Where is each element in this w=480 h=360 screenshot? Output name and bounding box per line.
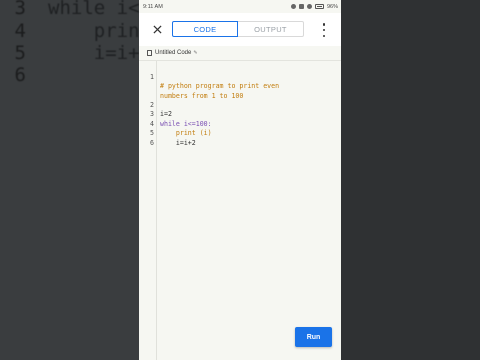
background-line-4: 4 prin bbox=[14, 20, 139, 42]
background-left-panel: 3 while i< 4 prin 5 i=i+ 6 bbox=[0, 0, 139, 360]
status-icons: 96% bbox=[290, 3, 338, 10]
tab-group: CODE OUTPUT bbox=[172, 21, 304, 37]
status-bar: 9:11 AM 96% bbox=[139, 0, 341, 13]
code-line-1: 1 # python program to print even bbox=[150, 72, 280, 91]
code-line-3: 3 while i<=100: bbox=[150, 110, 212, 128]
battery-level: 96% bbox=[326, 3, 338, 10]
background-line-3: 3 while i< bbox=[14, 0, 139, 19]
file-name-bar: Untitled Code ✎ bbox=[139, 46, 341, 61]
alarm-icon bbox=[290, 4, 296, 9]
edit-icon[interactable]: ✎ bbox=[193, 50, 197, 56]
tab-output[interactable]: OUTPUT bbox=[238, 21, 304, 37]
background-right-panel bbox=[341, 0, 480, 360]
code-line-2: 2 i=2 bbox=[150, 100, 172, 119]
code-line-4: 4 print (i) bbox=[150, 119, 212, 138]
phone-screen: 9:11 AM 96% CODE OUTPUT Untitled Code ✎ bbox=[139, 0, 341, 360]
battery-icon bbox=[314, 4, 324, 9]
more-vert-icon[interactable] bbox=[321, 23, 327, 37]
code-line-6: 6 bbox=[150, 138, 154, 147]
tab-code[interactable]: CODE bbox=[172, 21, 238, 37]
file-icon bbox=[147, 50, 152, 56]
status-time: 9:11 AM bbox=[143, 3, 163, 10]
file-name[interactable]: Untitled Code bbox=[155, 50, 191, 56]
background-line-6: 6 bbox=[14, 64, 26, 86]
wifi-icon bbox=[306, 4, 312, 9]
run-button[interactable]: Run bbox=[295, 327, 332, 347]
code-line-5: 5 i=i+2 bbox=[150, 129, 196, 147]
code-line-1-wrap: numbers from 1 to 100 bbox=[160, 91, 244, 100]
close-icon[interactable] bbox=[148, 21, 166, 39]
background-line-5: 5 i=i+ bbox=[14, 42, 139, 64]
video-frame: 3 while i< 4 prin 5 i=i+ 6 9:11 AM 96% CO… bbox=[0, 0, 480, 360]
code-editor[interactable]: 1 # python program to print even numbers… bbox=[139, 61, 341, 360]
sim-icon bbox=[298, 4, 304, 9]
app-bar: CODE OUTPUT bbox=[139, 13, 341, 46]
